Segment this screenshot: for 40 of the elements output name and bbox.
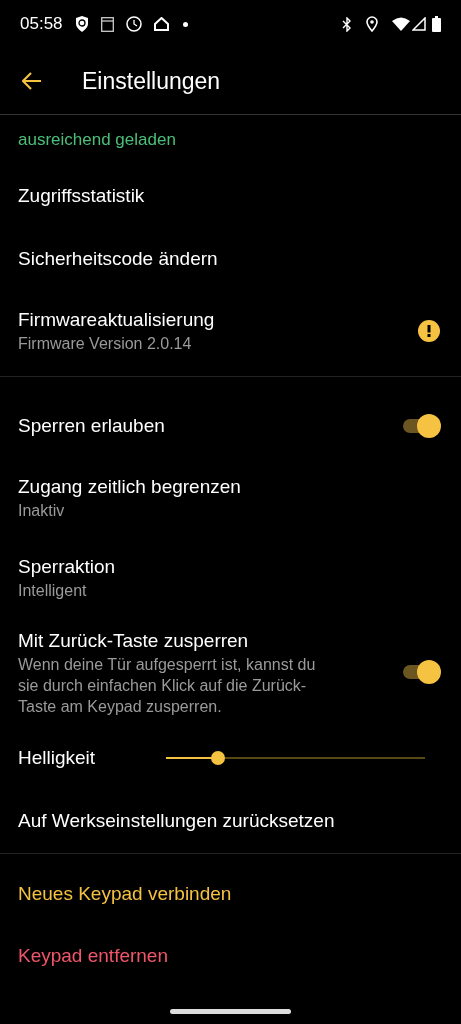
setting-title: Sicherheitscode ändern bbox=[18, 247, 219, 271]
setting-row[interactable]: Zugriffsstatistik bbox=[0, 164, 461, 228]
signal-icon bbox=[412, 17, 426, 31]
setting-title: Sperraktion bbox=[18, 555, 117, 579]
wifi-icon bbox=[392, 17, 410, 31]
battery-status: ausreichend geladen bbox=[17, 129, 177, 151]
setting-title: Zugang zeitlich begrenzen bbox=[18, 475, 242, 499]
setting-row[interactable]: Sperren erlauben bbox=[0, 394, 461, 458]
setting-subtitle: Firmware Version 2.0.14 bbox=[18, 334, 193, 354]
setting-row[interactable]: Sicherheitscode ändern bbox=[0, 227, 461, 291]
setting-title: Mit Zurück-Taste zusperren bbox=[18, 628, 250, 653]
home-icon bbox=[153, 17, 169, 31]
toggle-switch[interactable] bbox=[403, 414, 441, 438]
battery-icon bbox=[432, 16, 441, 32]
setting-title: Helligkeit bbox=[18, 745, 97, 770]
warning-icon bbox=[418, 319, 440, 342]
setting-title: Firmwareaktualisierung bbox=[18, 308, 216, 332]
setting-subtitle: Inaktiv bbox=[18, 501, 66, 521]
location-icon bbox=[366, 16, 378, 32]
action-link[interactable]: Keypad entfernen bbox=[0, 925, 461, 988]
brightness-slider[interactable] bbox=[166, 750, 425, 766]
setting-title: Sperren erlauben bbox=[18, 414, 166, 438]
setting-row[interactable]: Auf Werkseinstellungen zurücksetzen bbox=[0, 789, 461, 853]
bluetooth-icon bbox=[342, 16, 352, 32]
clock-icon bbox=[125, 16, 142, 32]
setting-subtitle: Wenn deine Tür aufgesperrt ist, kannst du sie durch einfachen Klick auf die Zurück-Taste am Keypad zusperren. bbox=[18, 654, 317, 717]
setting-subtitle: Intelligent bbox=[18, 581, 88, 601]
setting-row[interactable]: Zugang zeitlich begrenzen Inaktiv bbox=[0, 457, 461, 538]
toggle-switch[interactable] bbox=[403, 660, 441, 684]
setting-row[interactable]: Firmwareaktualisierung Firmware Version 2.0.14 bbox=[0, 290, 461, 371]
action-link[interactable]: Neues Keypad verbinden bbox=[0, 863, 461, 926]
status-time: 05:58 bbox=[20, 13, 63, 36]
calendar-icon bbox=[100, 16, 114, 32]
setting-row[interactable]: Sperraktion Intelligent bbox=[0, 537, 461, 618]
app-bar-title: Einstellungen bbox=[82, 66, 221, 96]
setting-row[interactable]: Mit Zurück-Taste zusperren Wenn deine Tür aufgesperrt ist, kannst du sie durch einfachen Klick auf die Zurück-Taste am Keypad zusperren. bbox=[0, 617, 461, 727]
setting-title: Zugriffsstatistik bbox=[18, 184, 146, 208]
setting-title: Auf Werkseinstellungen zurücksetzen bbox=[18, 809, 336, 833]
shield-icon bbox=[74, 16, 89, 32]
back-arrow-icon[interactable] bbox=[22, 72, 42, 90]
